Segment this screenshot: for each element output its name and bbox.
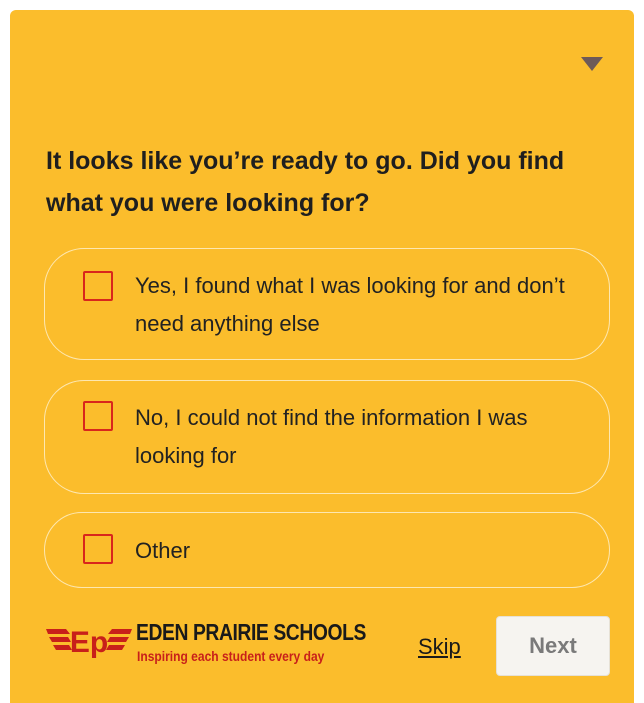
option-label: Other <box>135 538 191 563</box>
feedback-survey-panel: It looks like you’re ready to go. Did yo… <box>10 10 634 703</box>
option-could-not-find-information[interactable]: No, I could not find the information I w… <box>44 380 610 494</box>
survey-question: It looks like you’re ready to go. Did yo… <box>46 147 565 217</box>
logo-name: EDEN PRAIRIE SCHOOLS <box>136 619 366 645</box>
svg-text:Ep: Ep <box>70 626 108 659</box>
triangle-down-icon[interactable] <box>580 54 604 74</box>
option-found-what-looking-for[interactable]: Yes, I found what I was looking for and … <box>44 248 610 360</box>
ep-wings-logo-icon: Ep <box>46 626 132 659</box>
checkbox[interactable] <box>83 271 113 301</box>
checkbox[interactable] <box>83 534 113 564</box>
option-other[interactable]: Other <box>44 512 610 588</box>
option-label: No, I could not find the information I w… <box>135 405 528 468</box>
logo-tagline: Inspiring each student every day <box>137 648 325 664</box>
next-button[interactable]: Next <box>496 616 610 676</box>
eden-prairie-schools-logo: Ep EDEN PRAIRIE SCHOOLS Inspiring each s… <box>44 616 406 676</box>
checkbox[interactable] <box>83 401 113 431</box>
option-label: Yes, I found what I was looking for and … <box>135 273 565 336</box>
skip-link[interactable]: Skip <box>418 634 461 660</box>
